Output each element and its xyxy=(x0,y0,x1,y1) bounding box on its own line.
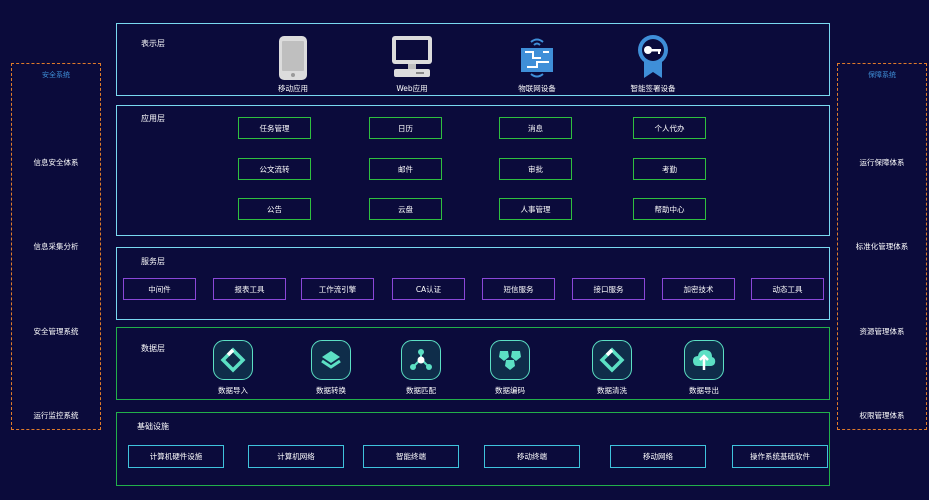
data-layer: 数据层 数据导入 数据转换 数据匹配 数据编码 数据清洗 数据导出 xyxy=(116,327,830,400)
application-layer-title: 应用层 xyxy=(141,114,165,123)
app-attendance: 考勤 xyxy=(633,158,706,180)
assurance-item-standardization: 标准化管理体系 xyxy=(855,242,909,251)
monitor-icon xyxy=(390,35,434,83)
assurance-item-operation: 运行保障体系 xyxy=(859,158,905,167)
assurance-system-panel: 保障系统 运行保障体系 标准化管理体系 资源管理体系 权限管理体系 xyxy=(837,63,927,430)
security-item-monitoring: 运行监控系统 xyxy=(33,411,79,420)
app-approval: 审批 xyxy=(499,158,572,180)
security-item-info-collection: 信息采集分析 xyxy=(33,242,79,251)
smart-seal-icon xyxy=(637,34,669,84)
service-layer: 服务层 中间件 报表工具 工作流引擎 CA认证 短信服务 接口服务 加密技术 动… xyxy=(116,247,830,320)
app-help-center: 帮助中心 xyxy=(633,198,706,220)
service-dynamic-tool: 动态工具 xyxy=(751,278,824,300)
security-item-info-security: 信息安全体系 xyxy=(33,158,79,167)
service-ca-auth: CA认证 xyxy=(392,278,465,300)
assurance-item-resource: 资源管理体系 xyxy=(859,327,905,336)
data-item-import: 数据导入 xyxy=(218,386,248,395)
security-item-security-management: 安全管理系统 xyxy=(33,327,79,336)
data-match-icon xyxy=(401,340,441,380)
presentation-item-web: Web应用 xyxy=(396,84,428,93)
service-middleware: 中间件 xyxy=(123,278,196,300)
presentation-layer: 表示层 移动应用 Web应用 物联网设备 智能签署设备 xyxy=(116,23,830,96)
infra-mobile-network: 移动网络 xyxy=(610,445,706,468)
service-sms: 短信服务 xyxy=(482,278,555,300)
app-hr-management: 人事管理 xyxy=(499,198,572,220)
security-system-title: 安全系统 xyxy=(42,71,70,79)
data-item-clean: 数据清洗 xyxy=(597,386,627,395)
app-task-management: 任务管理 xyxy=(238,117,311,139)
data-clean-icon xyxy=(592,340,632,380)
data-item-match: 数据匹配 xyxy=(406,386,436,395)
infra-network: 计算机网络 xyxy=(248,445,344,468)
data-item-transform: 数据转换 xyxy=(316,386,346,395)
app-announcement: 公告 xyxy=(238,198,311,220)
app-calendar: 日历 xyxy=(369,117,442,139)
service-layer-title: 服务层 xyxy=(141,257,165,266)
service-workflow-engine: 工作流引擎 xyxy=(301,278,374,300)
service-interface: 接口服务 xyxy=(572,278,645,300)
app-messages: 消息 xyxy=(499,117,572,139)
assurance-system-title: 保障系统 xyxy=(868,71,896,79)
service-encryption: 加密技术 xyxy=(662,278,735,300)
data-item-export: 数据导出 xyxy=(689,386,719,395)
data-import-icon xyxy=(213,340,253,380)
data-item-encode: 数据编码 xyxy=(495,386,525,395)
data-transform-icon xyxy=(311,340,351,380)
infra-mobile-terminal: 移动终端 xyxy=(484,445,580,468)
presentation-layer-title: 表示层 xyxy=(141,39,165,48)
app-mail: 邮件 xyxy=(369,158,442,180)
presentation-item-mobile: 移动应用 xyxy=(278,84,308,93)
infrastructure-layer: 基础设施 计算机硬件设施 计算机网络 智能终端 移动终端 移动网络 操作系统基础… xyxy=(116,412,830,486)
assurance-item-permission: 权限管理体系 xyxy=(859,411,905,420)
app-document-flow: 公文流转 xyxy=(238,158,311,180)
service-report-tool: 报表工具 xyxy=(213,278,286,300)
presentation-item-iot: 物联网设备 xyxy=(518,84,556,93)
infra-smart-terminal: 智能终端 xyxy=(363,445,459,468)
application-layer: 应用层 任务管理 日历 消息 个人代办 公文流转 邮件 审批 考勤 公告 云盘 … xyxy=(116,105,830,236)
app-cloud-drive: 云盘 xyxy=(369,198,442,220)
app-personal-todo: 个人代办 xyxy=(633,117,706,139)
infra-os-software: 操作系统基础软件 xyxy=(732,445,828,468)
iot-chip-icon xyxy=(517,37,557,83)
infrastructure-layer-title: 基础设施 xyxy=(137,422,169,431)
infra-hardware: 计算机硬件设施 xyxy=(128,445,224,468)
security-system-panel: 安全系统 信息安全体系 信息采集分析 安全管理系统 运行监控系统 xyxy=(11,63,101,430)
data-encode-icon xyxy=(490,340,530,380)
data-layer-title: 数据层 xyxy=(141,344,165,353)
presentation-item-smart-seal: 智能签署设备 xyxy=(630,84,676,93)
data-export-icon xyxy=(684,340,724,380)
mobile-phone-icon xyxy=(278,35,308,85)
